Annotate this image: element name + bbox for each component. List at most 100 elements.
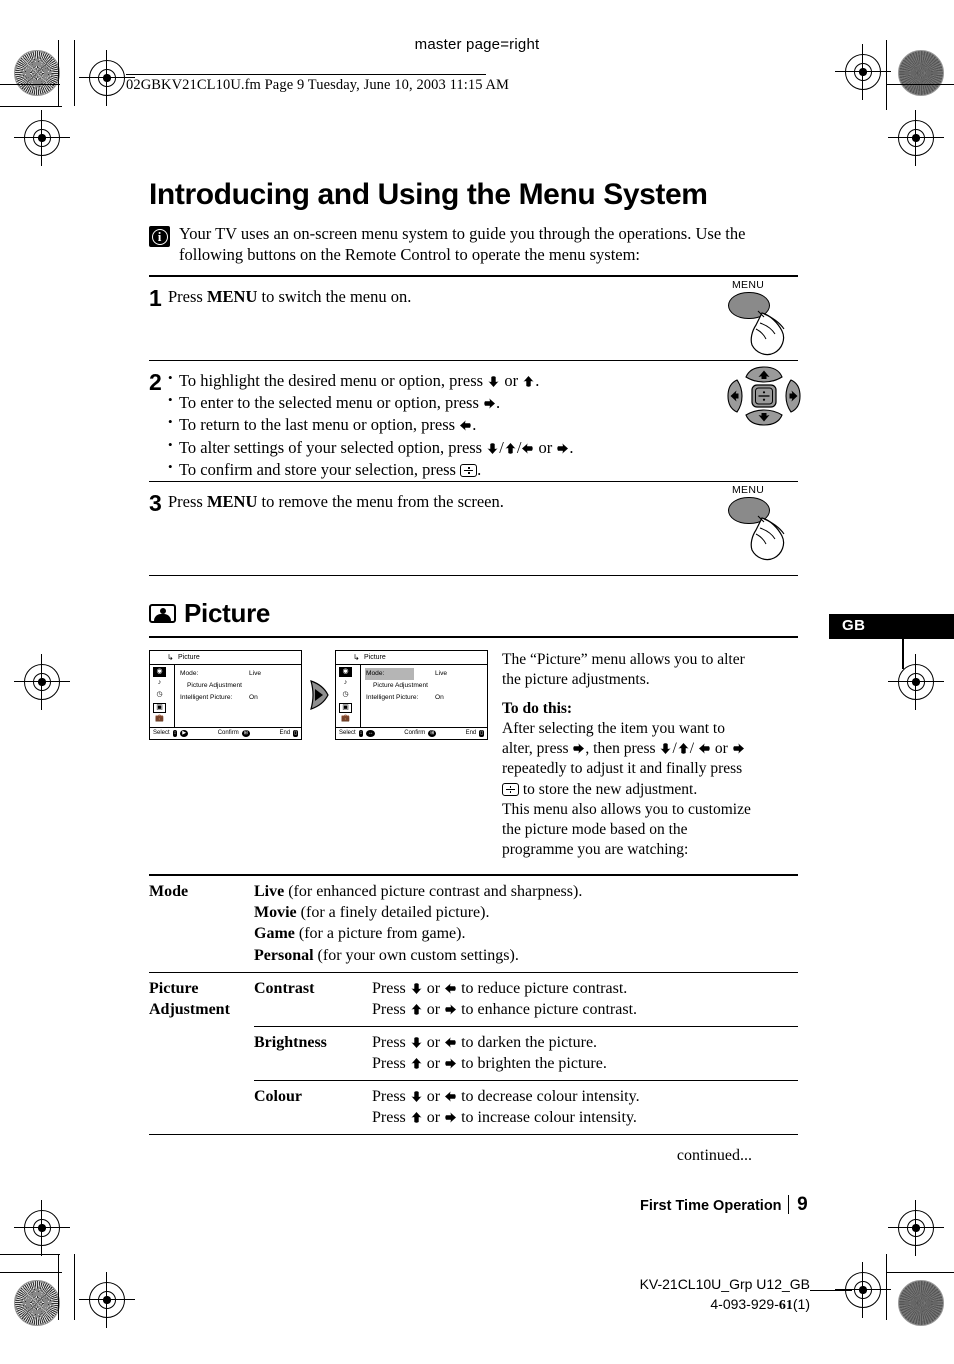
crop-line-bottom-left-h: [0, 1254, 60, 1255]
brightness-l1-post: to darken the picture.: [457, 1033, 598, 1051]
crop-line-bottom-left-h2: [0, 1272, 62, 1273]
osd-timer-icon[interactable]: ◷: [339, 691, 352, 701]
osd-row-mode-highlighted[interactable]: Mode: Live: [365, 667, 483, 680]
colour-line-2: Press or to increase colour intensity.: [372, 1107, 798, 1128]
dpad-left-button: [727, 379, 743, 413]
osd-confirm-icon: ⊞: [428, 729, 437, 737]
step-1-bold: MENU: [206, 287, 258, 307]
osd-row-picture-adjustment[interactable]: Picture Adjustment: [179, 680, 297, 692]
osd-title-text: Picture: [178, 653, 200, 661]
row-value-mode: Live (for enhanced picture contrast and …: [254, 874, 798, 973]
osd-sound-icon[interactable]: ♪: [339, 679, 352, 689]
contrast-l1-pre: Press: [372, 979, 410, 997]
bullet-5-pre: To confirm and store your selection, pre…: [179, 459, 461, 479]
osd-row-intelligent-picture[interactable]: Intelligent Picture: On: [179, 692, 297, 704]
osd-transition-arrow: [307, 679, 330, 711]
registration-mark-bottom-inner: [79, 1272, 135, 1328]
contrast-l2-post: to enhance picture contrast.: [457, 1000, 638, 1018]
enter-key-icon: [460, 463, 478, 477]
step-1-pre: Press: [168, 287, 207, 307]
osd-picture-icon[interactable]: ◉: [339, 666, 352, 677]
osd-picture-icon[interactable]: ◉: [153, 666, 166, 677]
colour-l1-pre: Press: [372, 1088, 410, 1106]
registration-mark-top-inner: [79, 50, 135, 106]
brightness-line-2: Press or to brighten the picture.: [372, 1053, 798, 1074]
arrow-up-icon: [522, 375, 535, 388]
enter-key-icon: [502, 782, 519, 796]
intro-block: i Your TV uses an on-screen menu system …: [149, 223, 798, 275]
bullet-4-post: .: [569, 437, 574, 457]
osd-setup-icon[interactable]: 💼: [339, 715, 352, 725]
step-2: 2 To highlight the desired menu or optio…: [149, 361, 801, 481]
row-value-brightness: Press or to darken the picture. Press or…: [372, 1025, 798, 1081]
osd-setup-icon[interactable]: 💼: [153, 715, 166, 725]
todo-heading-text: To do this:: [502, 700, 573, 718]
osd-row-pa-label-2: Picture Adjustment: [373, 681, 428, 689]
osd-row-ip-label: Intelligent Picture:: [180, 693, 233, 701]
dpad-illustration: [726, 365, 802, 427]
description-paragraph-1: The “Picture” menu allows you to alter t…: [502, 650, 745, 688]
hand-pointing-icon-1: [750, 310, 785, 356]
arrow-left-icon: [698, 742, 711, 755]
arrow-right-icon: [556, 442, 569, 455]
osd-row-picture-adjustment-2[interactable]: Picture Adjustment: [365, 680, 483, 692]
bullet-2-pre: To enter to the selected menu or option,…: [179, 393, 484, 413]
registration-mark-right-upper: [888, 110, 944, 166]
arrow-up-icon: [410, 1003, 423, 1016]
arrow-left-icon: [444, 1090, 457, 1103]
table-row-contrast: Picture Adjustment Contrast Press or to …: [149, 971, 798, 1135]
colophon-leader-line: [810, 1290, 852, 1291]
osd-main-2: ◉ ♪ ◷ ▣ 💼 Mode: Live Picture Adjustment: [336, 664, 487, 727]
osd-footer-end-label-2: End: [465, 730, 477, 737]
osd-row-mode-value-2: Live: [435, 669, 448, 677]
osd-footer-confirm-label: Confirm: [217, 730, 239, 737]
osd-end-icon: ▯: [479, 729, 485, 737]
bullet-3-post: .: [472, 415, 477, 435]
osd-screen-icon[interactable]: ▣: [153, 702, 166, 713]
arrow-down-icon: [487, 375, 500, 388]
page-content: Introducing and Using the Menu System i …: [149, 178, 801, 1165]
arrow-up-icon: [410, 1111, 423, 1124]
step-3-number: 3: [149, 489, 162, 516]
colour-l2-mid: or: [422, 1109, 445, 1127]
step-1: 1 Press MENU to switch the menu on. MENU: [149, 277, 798, 360]
section-title-picture: Picture: [149, 598, 798, 629]
continued-label: continued...: [676, 1147, 752, 1165]
arrow-down-icon: [410, 1036, 423, 1049]
arrow-right-icon: [444, 1057, 457, 1070]
master-page-label: master page=right: [414, 36, 540, 53]
crop-line-bottom-left-v: [58, 1254, 59, 1320]
gb-tab-rule: [902, 639, 904, 669]
halftone-target-bottom-left: [14, 1280, 60, 1326]
osd-row-intelligent-picture-2[interactable]: Intelligent Picture: On: [365, 692, 483, 704]
mode-option-live: Live (for enhanced picture contrast and …: [254, 881, 798, 902]
osd-row-mode[interactable]: Mode: Live: [179, 668, 297, 680]
arrow-right-icon: [572, 742, 585, 755]
contrast-l1-mid: or: [422, 979, 445, 997]
osd-icon-rail: ◉ ♪ ◷ ▣ 💼: [150, 664, 175, 727]
mode-game-name: Game: [254, 925, 295, 943]
arrow-left-icon: [444, 982, 457, 995]
contrast-l2-mid: or: [422, 1000, 445, 1018]
osd-screen-icon[interactable]: ▣: [339, 702, 352, 713]
arrow-right-icon: [483, 397, 496, 410]
arrow-left-icon: [521, 442, 534, 455]
desc-p2-b: , then press: [585, 740, 660, 758]
arrow-left-icon: [444, 1036, 457, 1049]
halftone-target-top-left: [14, 50, 60, 96]
brightness-l2-mid: or: [422, 1054, 445, 1072]
step-3: 3 Press MENU to remove the menu from the…: [149, 482, 798, 575]
colour-line-1: Press or to decrease colour intensity.: [372, 1086, 798, 1107]
doc-num-bold: 61: [778, 1298, 793, 1314]
arrow-up-icon: [410, 1057, 423, 1070]
osd-sound-icon[interactable]: ♪: [153, 679, 166, 689]
mode-live-desc: (for enhanced picture contrast and sharp…: [284, 883, 583, 901]
intro-text: Your TV uses an on-screen menu system to…: [179, 224, 746, 265]
osd-end-icon: ▯: [293, 729, 298, 737]
osd-row-ip-label-2: Intelligent Picture:: [366, 693, 419, 701]
mode-option-movie: Movie (for a finely detailed picture).: [254, 902, 798, 923]
arrow-right-icon: [444, 1111, 457, 1124]
row-value-contrast: Press or to reduce picture contrast. Pre…: [372, 971, 798, 1027]
desc-p2-c: or: [710, 740, 732, 758]
osd-timer-icon[interactable]: ◷: [153, 691, 166, 701]
